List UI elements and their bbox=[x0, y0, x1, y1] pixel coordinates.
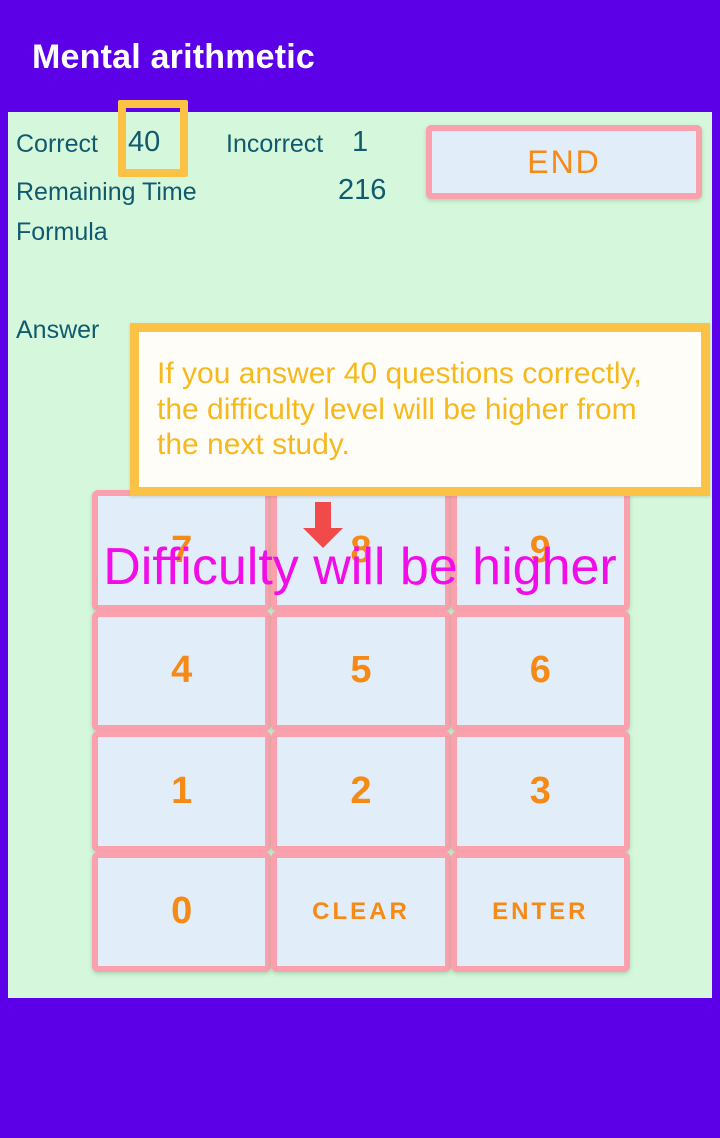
key-clear[interactable]: CLEAR bbox=[271, 851, 451, 972]
page-title: Mental arithmetic bbox=[32, 38, 316, 76]
game-panel: Correct 40 Incorrect 1 Remaining Time 21… bbox=[8, 100, 712, 998]
key-2-label: 2 bbox=[350, 769, 372, 812]
key-1[interactable]: 1 bbox=[92, 731, 272, 852]
key-clear-label: CLEAR bbox=[312, 897, 410, 925]
key-0-label: 0 bbox=[171, 890, 193, 933]
key-2[interactable]: 2 bbox=[271, 731, 451, 852]
remaining-time-label: Remaining Time bbox=[16, 178, 197, 206]
key-1-label: 1 bbox=[171, 769, 193, 812]
answer-label: Answer bbox=[16, 316, 100, 344]
incorrect-value: 1 bbox=[352, 126, 369, 158]
end-button-label: END bbox=[527, 143, 601, 180]
key-4[interactable]: 4 bbox=[92, 610, 272, 731]
key-enter-label: ENTER bbox=[492, 897, 589, 925]
incorrect-label: Incorrect bbox=[226, 130, 324, 158]
key-3[interactable]: 3 bbox=[450, 731, 630, 852]
key-4-label: 4 bbox=[171, 649, 193, 692]
formula-label: Formula bbox=[16, 218, 108, 246]
key-5[interactable]: 5 bbox=[271, 610, 451, 731]
key-3-label: 3 bbox=[529, 769, 551, 812]
key-6[interactable]: 6 bbox=[450, 610, 630, 731]
key-6-label: 6 bbox=[529, 649, 551, 692]
remaining-time-value: 216 bbox=[338, 174, 387, 206]
key-5-label: 5 bbox=[350, 649, 372, 692]
correct-value: 40 bbox=[128, 126, 161, 158]
hint-text: If you answer 40 questions correctly, th… bbox=[157, 356, 642, 462]
difficulty-notice: Difficulty will be higher bbox=[103, 538, 617, 596]
key-enter[interactable]: ENTER bbox=[450, 851, 630, 972]
key-0[interactable]: 0 bbox=[92, 851, 272, 972]
hint-callout-inner: If you answer 40 questions correctly, th… bbox=[139, 332, 701, 487]
end-button[interactable]: END bbox=[426, 125, 702, 199]
hint-callout: If you answer 40 questions correctly, th… bbox=[130, 323, 710, 496]
correct-label: Correct bbox=[16, 130, 98, 158]
arrow-down-icon bbox=[303, 502, 343, 548]
